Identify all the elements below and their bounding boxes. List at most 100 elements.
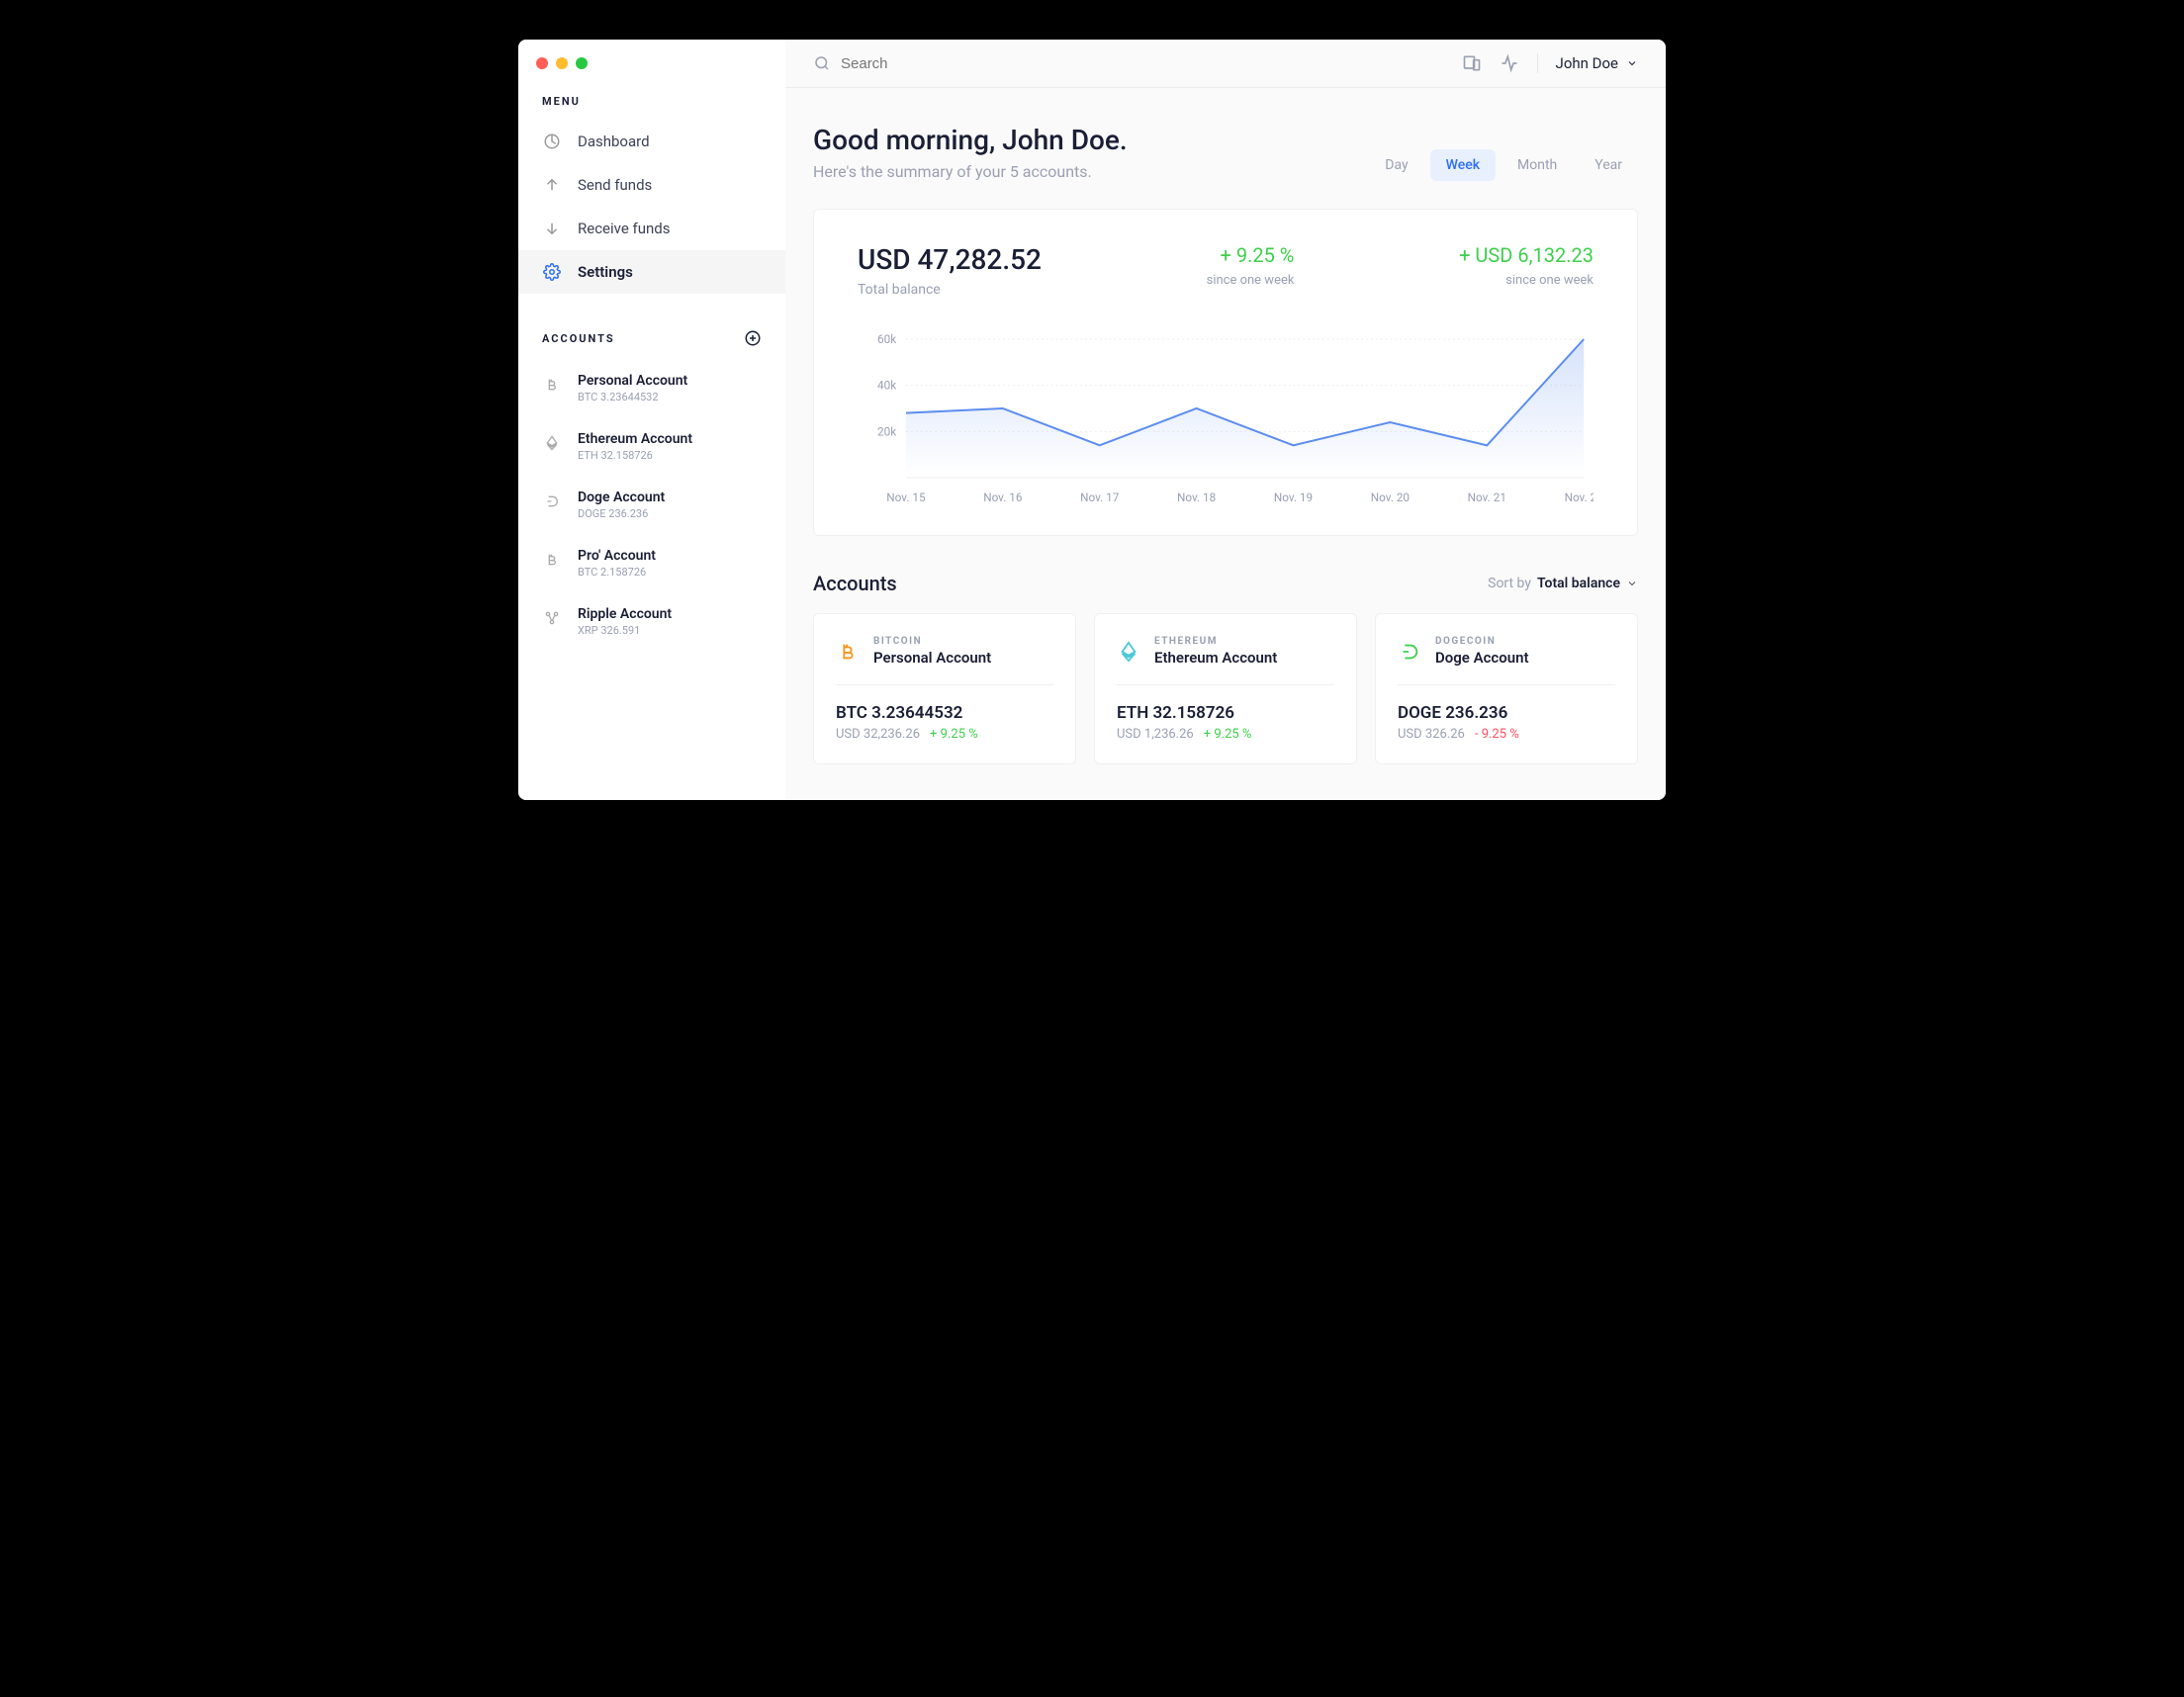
card-coin-label: DOGECOIN bbox=[1435, 636, 1529, 647]
add-account-button[interactable] bbox=[744, 329, 762, 347]
abs-change-value: + USD 6,132.23 bbox=[1459, 243, 1593, 267]
account-name: Doge Account bbox=[578, 490, 665, 505]
x-tick-label: Nov. 20 bbox=[1371, 491, 1410, 504]
account-name: Ripple Account bbox=[578, 606, 672, 622]
card-head: BITCOIN Personal Account bbox=[836, 636, 1053, 685]
sidebar: MENU Dashboard Send funds Receive funds … bbox=[518, 40, 785, 800]
accounts-header: ACCOUNTS bbox=[518, 294, 785, 359]
menu-label: MENU bbox=[518, 95, 785, 120]
pct-change-value: + 9.25 % bbox=[1207, 243, 1295, 267]
card-account-name: Ethereum Account bbox=[1154, 649, 1277, 667]
account-name: Pro' Account bbox=[578, 548, 656, 564]
accounts-title: Accounts bbox=[813, 572, 897, 595]
card-body: BTC 3.23644532USD 32,236.26+ 9.25 % bbox=[836, 685, 1053, 742]
y-tick-label: 40k bbox=[877, 379, 896, 393]
account-balance: BTC 3.23644532 bbox=[578, 391, 687, 403]
sort-by-dropdown[interactable]: Sort by Total balance bbox=[1488, 576, 1638, 591]
greeting-subtitle: Here's the summary of your 5 accounts. bbox=[813, 162, 1128, 181]
balance-chart: 20k40k60kNov. 15Nov. 16Nov. 17Nov. 18Nov… bbox=[858, 329, 1593, 507]
sidebar-account-item[interactable]: Pro' Account BTC 2.158726 bbox=[518, 534, 785, 592]
nav-item-label: Dashboard bbox=[578, 133, 650, 150]
period-tab-year[interactable]: Year bbox=[1579, 149, 1638, 181]
pct-change-label: since one week bbox=[1207, 273, 1295, 288]
gear-icon bbox=[542, 262, 562, 282]
ethereum-icon bbox=[1117, 640, 1140, 664]
total-balance: USD 47,282.52 Total balance bbox=[858, 243, 1042, 298]
abs-change-label: since one week bbox=[1459, 273, 1593, 288]
x-tick-label: Nov. 18 bbox=[1177, 491, 1217, 504]
account-card[interactable]: DOGECOINDoge AccountDOGE 236.236USD 326.… bbox=[1375, 613, 1638, 764]
balance-abs-change: + USD 6,132.23 since one week bbox=[1459, 243, 1593, 288]
bitcoin-icon bbox=[542, 375, 562, 395]
x-tick-label: Nov. 22 bbox=[1565, 491, 1593, 504]
account-name: Ethereum Account bbox=[578, 431, 692, 447]
period-tab-day[interactable]: Day bbox=[1369, 149, 1423, 181]
chevron-down-icon bbox=[1626, 57, 1638, 69]
period-tab-month[interactable]: Month bbox=[1502, 149, 1573, 181]
activity-icon[interactable] bbox=[1500, 53, 1519, 73]
sidebar-account-item[interactable]: Ripple Account XRP 326.591 bbox=[518, 592, 785, 651]
card-crypto-balance: ETH 32.158726 bbox=[1117, 703, 1334, 723]
x-tick-label: Nov. 19 bbox=[1274, 491, 1313, 504]
ripple-icon bbox=[542, 608, 562, 628]
card-fiat-balance: USD 1,236.26 bbox=[1117, 727, 1194, 742]
nav-dashboard[interactable]: Dashboard bbox=[518, 120, 785, 163]
account-balance: DOGE 236.236 bbox=[578, 507, 665, 520]
balance-pct-change: + 9.25 % since one week bbox=[1207, 243, 1295, 288]
search-input[interactable] bbox=[841, 55, 1448, 72]
minimize-window-button[interactable] bbox=[556, 57, 568, 69]
y-tick-label: 20k bbox=[877, 424, 896, 438]
window-controls bbox=[536, 57, 588, 69]
account-cards-row: BITCOIN Personal Account BTC 3.23644532USD… bbox=[813, 613, 1638, 764]
accounts-label: ACCOUNTS bbox=[542, 332, 615, 345]
x-tick-label: Nov. 15 bbox=[886, 491, 926, 504]
account-balance: BTC 2.158726 bbox=[578, 566, 656, 579]
card-change: + 9.25 % bbox=[930, 727, 978, 742]
account-card[interactable]: ETHEREUMEthereum AccountETH 32.158726USD… bbox=[1094, 613, 1357, 764]
devices-icon[interactable] bbox=[1462, 53, 1482, 73]
nav-receive-funds[interactable]: Receive funds bbox=[518, 207, 785, 250]
card-change: + 9.25 % bbox=[1204, 727, 1252, 742]
search-wrap bbox=[813, 54, 1448, 72]
nav-item-label: Receive funds bbox=[578, 220, 670, 237]
close-window-button[interactable] bbox=[536, 57, 548, 69]
sidebar-account-item[interactable]: Personal Account BTC 3.23644532 bbox=[518, 359, 785, 417]
topbar-right: John Doe bbox=[1462, 53, 1638, 73]
arrow-down-icon bbox=[542, 219, 562, 238]
doge-icon bbox=[542, 491, 562, 511]
balance-amount: USD 47,282.52 bbox=[858, 243, 1042, 276]
search-icon bbox=[813, 54, 831, 72]
period-tab-week[interactable]: Week bbox=[1430, 149, 1496, 181]
arrow-up-icon bbox=[542, 175, 562, 195]
period-tabs: DayWeekMonthYear bbox=[1369, 149, 1638, 181]
maximize-window-button[interactable] bbox=[576, 57, 588, 69]
divider bbox=[1537, 53, 1538, 73]
bitcoin-icon bbox=[542, 550, 562, 570]
card-coin-label: BITCOIN bbox=[873, 636, 991, 647]
sidebar-account-item[interactable]: Doge Account DOGE 236.236 bbox=[518, 476, 785, 534]
chart-area-fill bbox=[906, 339, 1584, 478]
nav-send-funds[interactable]: Send funds bbox=[518, 163, 785, 207]
nav-settings[interactable]: Settings bbox=[518, 250, 785, 294]
sidebar-account-item[interactable]: Ethereum Account ETH 32.158726 bbox=[518, 417, 785, 476]
card-crypto-balance: DOGE 236.236 bbox=[1398, 703, 1615, 723]
user-menu[interactable]: John Doe bbox=[1556, 54, 1638, 72]
accounts-section: Accounts Sort by Total balance BITCOIN Pe… bbox=[813, 572, 1638, 764]
user-name: John Doe bbox=[1556, 54, 1618, 72]
balance-row: USD 47,282.52 Total balance + 9.25 % sin… bbox=[858, 243, 1593, 298]
sort-by-label: Sort by bbox=[1488, 576, 1531, 591]
card-fiat-balance: USD 326.26 bbox=[1398, 727, 1465, 742]
topbar: John Doe bbox=[785, 40, 1666, 88]
dogecoin-icon bbox=[1398, 640, 1421, 664]
card-body: ETH 32.158726 USD 1,236.26 + 9.25 % bbox=[1117, 685, 1334, 742]
nav-item-label: Settings bbox=[578, 263, 633, 281]
account-balance: ETH 32.158726 bbox=[578, 449, 692, 462]
dashboard-icon bbox=[542, 132, 562, 151]
card-account-name: Personal Account bbox=[873, 649, 991, 667]
main-panel: John Doe Good morning, John Doe. Here's … bbox=[785, 40, 1666, 800]
x-tick-label: Nov. 17 bbox=[1080, 491, 1120, 504]
account-name: Personal Account bbox=[578, 373, 687, 389]
account-card[interactable]: BITCOIN Personal Account BTC 3.23644532USD… bbox=[813, 613, 1076, 764]
account-balance: XRP 326.591 bbox=[578, 624, 672, 637]
x-tick-label: Nov. 21 bbox=[1468, 491, 1506, 504]
